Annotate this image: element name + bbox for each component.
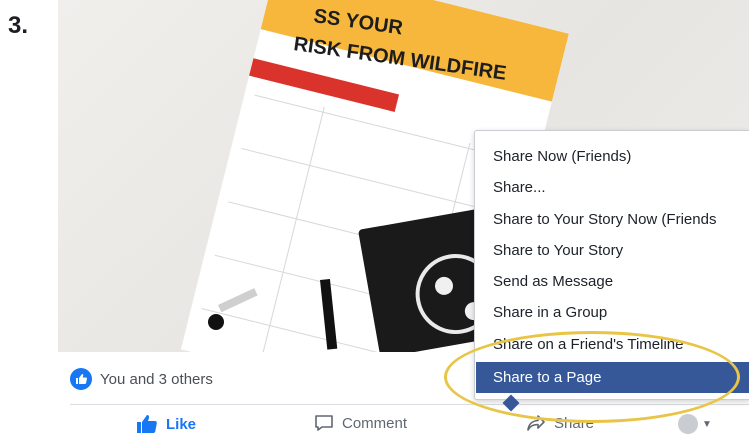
reactions-summary[interactable]: You and 3 others [70,368,213,390]
comment-button[interactable]: Comment [314,414,407,432]
menu-item-send-as-message[interactable]: Send as Message [476,266,749,297]
share-button[interactable]: Share [526,414,594,432]
chevron-down-icon: ▼ [702,418,712,430]
menu-item-share-on-friends-timeline[interactable]: Share on a Friend's Timeline [476,329,749,360]
divider [70,404,749,405]
comment-icon [315,415,333,431]
menu-item-share-now-friends[interactable]: Share Now (Friends) [476,141,749,172]
menu-item-share-in-group[interactable]: Share in a Group [476,297,749,328]
thumbs-up-icon [137,415,157,433]
menu-item-share-to-story[interactable]: Share to Your Story [476,235,749,266]
audience-selector[interactable]: ▼ [678,414,712,434]
comment-label: Comment [342,414,408,432]
share-menu: Share Now (Friends) Share... Share to Yo… [474,130,749,400]
menu-item-share-to-story-now[interactable]: Share to Your Story Now (Friends [476,204,749,235]
share-label: Share [554,414,595,432]
menu-item-share[interactable]: Share... [476,172,749,203]
avatar [678,414,698,434]
like-button[interactable]: Like [136,414,196,434]
reactions-text: You and 3 others [100,370,213,388]
step-number: 3. [8,12,29,39]
share-icon [527,415,545,431]
menu-item-share-to-page[interactable]: Share to a Page [476,362,749,393]
like-reaction-icon [70,368,92,390]
binder-clip [208,314,224,330]
like-label: Like [166,415,197,433]
